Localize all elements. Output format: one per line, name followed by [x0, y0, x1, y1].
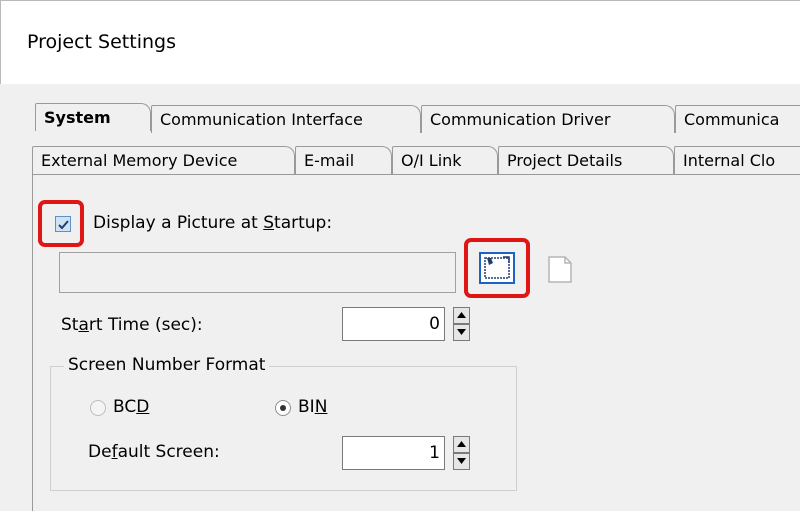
clear-picture-button[interactable]: [544, 253, 576, 285]
bcd-label: BCD: [113, 397, 150, 417]
start-time-down-button[interactable]: [453, 324, 470, 341]
triangle-up-icon: [457, 312, 466, 318]
triangle-down-icon: [457, 329, 466, 335]
open-file-icon: [484, 256, 510, 279]
triangle-up-icon: [457, 441, 466, 447]
start-time-spinner[interactable]: [453, 307, 470, 341]
tab-project-details[interactable]: Project Details: [498, 146, 674, 174]
tab-external-memory-device[interactable]: External Memory Device: [32, 146, 295, 174]
browse-picture-button[interactable]: [479, 252, 515, 284]
window-title: Project Settings: [27, 31, 176, 53]
default-screen-label: Default Screen:: [88, 442, 220, 462]
default-screen-up-button[interactable]: [453, 436, 470, 453]
start-time-label: Start Time (sec):: [61, 315, 203, 335]
checkmark-icon: [58, 220, 69, 230]
bcd-radio[interactable]: [90, 400, 106, 416]
start-time-input[interactable]: 0: [342, 307, 445, 341]
blank-file-icon: [548, 256, 572, 283]
bin-label: BIN: [298, 397, 328, 417]
tab-oi-link[interactable]: O/I Link: [392, 146, 498, 174]
tab-email[interactable]: E-mail: [295, 146, 392, 174]
display-picture-checkbox[interactable]: [55, 216, 71, 232]
tab-internal-clock[interactable]: Internal Clo: [674, 146, 800, 174]
screen-number-format-legend: Screen Number Format: [64, 355, 270, 375]
display-picture-label: Display a Picture at Startup:: [93, 213, 333, 233]
window-top-border: [0, 0, 800, 1]
tab-communication-interface[interactable]: Communication Interface: [151, 105, 421, 133]
triangle-down-icon: [457, 458, 466, 464]
start-time-up-button[interactable]: [453, 307, 470, 324]
default-screen-input[interactable]: 1: [342, 436, 445, 470]
default-screen-down-button[interactable]: [453, 453, 470, 470]
tab-system[interactable]: System: [35, 103, 151, 131]
bin-radio[interactable]: [275, 400, 291, 416]
screen-number-format-group: [50, 366, 517, 491]
tab-communication-settings[interactable]: Communica: [675, 105, 800, 133]
default-screen-spinner[interactable]: [453, 436, 470, 470]
startup-picture-path-field: [59, 252, 456, 293]
bin-radio-selected-dot: [280, 405, 286, 411]
tab-communication-driver[interactable]: Communication Driver: [421, 105, 675, 133]
